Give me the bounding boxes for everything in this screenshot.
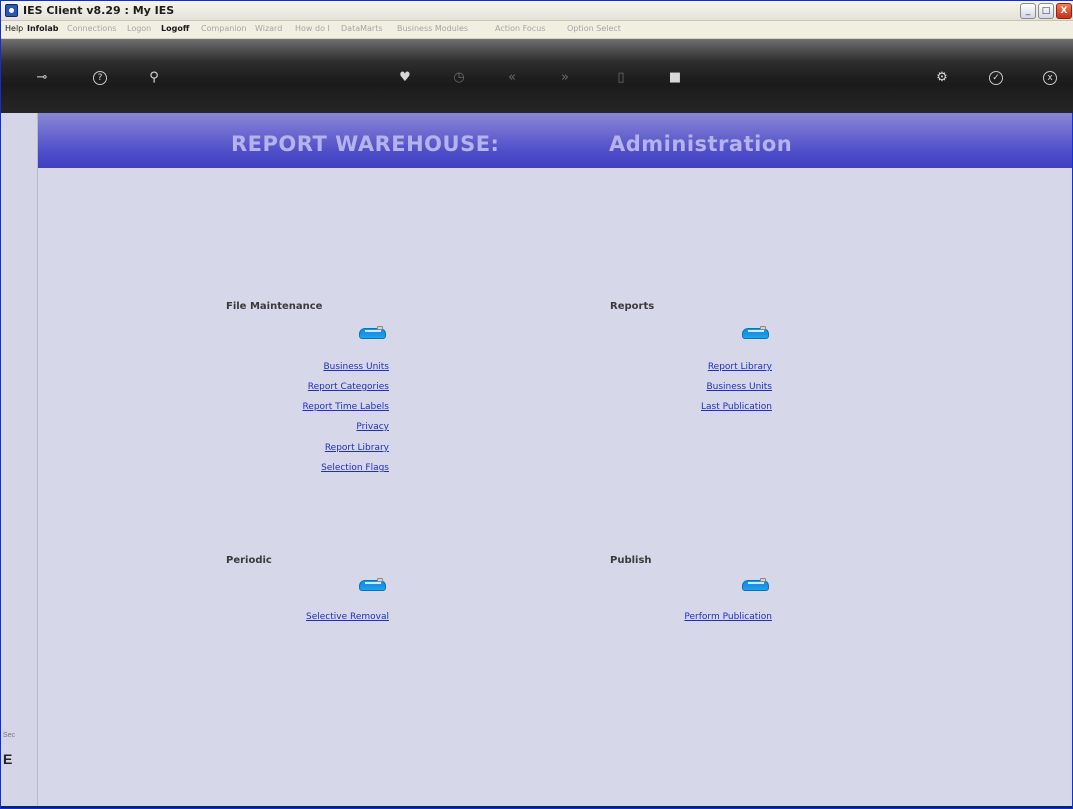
side-panel-label: Sec bbox=[3, 732, 16, 739]
printer-icon[interactable] bbox=[742, 326, 769, 340]
title-bar: IES Client v8.29 : My IES _ □ X bbox=[1, 1, 1073, 21]
section-title-file-maintenance: File Maintenance bbox=[226, 301, 323, 312]
page-banner: REPORT WAREHOUSE: Administration bbox=[38, 113, 1072, 168]
menu-option-select[interactable]: Option Select bbox=[567, 24, 621, 33]
menu-logon[interactable]: Logon bbox=[127, 24, 151, 33]
close-icon[interactable]: x bbox=[1043, 71, 1057, 85]
menu-connections[interactable]: Connections bbox=[67, 24, 116, 33]
menu-infolab[interactable]: Infolab bbox=[27, 24, 59, 33]
toolbar-divider bbox=[1, 77, 1073, 83]
heart-icon[interactable]: ♥ bbox=[398, 71, 412, 85]
menu-logoff[interactable]: Logoff bbox=[161, 24, 189, 33]
link-privacy[interactable]: Privacy bbox=[356, 422, 389, 432]
link-report-categories[interactable]: Report Categories bbox=[308, 382, 389, 392]
link-report-library[interactable]: Report Library bbox=[708, 362, 772, 372]
menu-companion[interactable]: Companion bbox=[201, 24, 247, 33]
forward-icon[interactable]: » bbox=[558, 71, 572, 85]
link-business-units[interactable]: Business Units bbox=[323, 362, 389, 372]
printer-icon[interactable] bbox=[359, 326, 386, 340]
search-icon[interactable]: ⚲ bbox=[147, 71, 161, 85]
left-side-panel: Sec E bbox=[1, 113, 38, 806]
page-subtitle: Administration bbox=[609, 132, 793, 156]
link-selection-flags[interactable]: Selection Flags bbox=[321, 463, 389, 473]
menu-action-focus[interactable]: Action Focus bbox=[495, 24, 545, 33]
link-last-publication[interactable]: Last Publication bbox=[701, 402, 772, 412]
link-selective-removal[interactable]: Selective Removal bbox=[306, 612, 389, 622]
close-button[interactable]: X bbox=[1056, 3, 1072, 19]
section-title-reports: Reports bbox=[610, 301, 655, 312]
side-panel-letter: E bbox=[3, 751, 13, 767]
section-title-publish: Publish bbox=[610, 555, 652, 566]
minimize-button[interactable]: _ bbox=[1020, 3, 1036, 19]
stop-icon[interactable]: ■ bbox=[668, 71, 682, 85]
trash-icon[interactable]: ▯ bbox=[614, 71, 628, 85]
link-perform-publication[interactable]: Perform Publication bbox=[684, 612, 772, 622]
menu-wizard[interactable]: Wizard bbox=[255, 24, 282, 33]
clock-icon[interactable]: ◷ bbox=[452, 71, 466, 85]
link-report-time-labels[interactable]: Report Time Labels bbox=[302, 402, 389, 412]
main-panel: REPORT WAREHOUSE: Administration File Ma… bbox=[38, 113, 1072, 806]
app-logo-icon bbox=[5, 4, 18, 17]
menu-datamarts[interactable]: DataMarts bbox=[341, 24, 383, 33]
rewind-icon[interactable]: « bbox=[505, 71, 519, 85]
check-icon[interactable]: ✓ bbox=[989, 71, 1003, 85]
app-window: IES Client v8.29 : My IES _ □ X Help Inf… bbox=[0, 0, 1073, 809]
menu-help[interactable]: Help bbox=[5, 24, 23, 33]
page-title: REPORT WAREHOUSE: bbox=[231, 132, 500, 156]
help-icon[interactable]: ? bbox=[93, 71, 107, 85]
printer-icon[interactable] bbox=[359, 578, 386, 592]
key-icon[interactable]: ⊸ bbox=[35, 71, 49, 85]
menu-how-do-i[interactable]: How do I bbox=[295, 24, 330, 33]
window-title: IES Client v8.29 : My IES bbox=[23, 4, 175, 17]
toolbar bbox=[1, 39, 1073, 113]
maximize-button[interactable]: □ bbox=[1038, 3, 1054, 19]
printer-icon[interactable] bbox=[742, 578, 769, 592]
section-title-periodic: Periodic bbox=[226, 555, 272, 566]
menu-bar: Help Infolab Connections Logon Logoff Co… bbox=[1, 21, 1073, 39]
settings-icon[interactable]: ⚙ bbox=[935, 71, 949, 85]
link-business-units[interactable]: Business Units bbox=[706, 382, 772, 392]
link-report-library[interactable]: Report Library bbox=[325, 443, 389, 453]
menu-business-modules[interactable]: Business Modules bbox=[397, 24, 468, 33]
